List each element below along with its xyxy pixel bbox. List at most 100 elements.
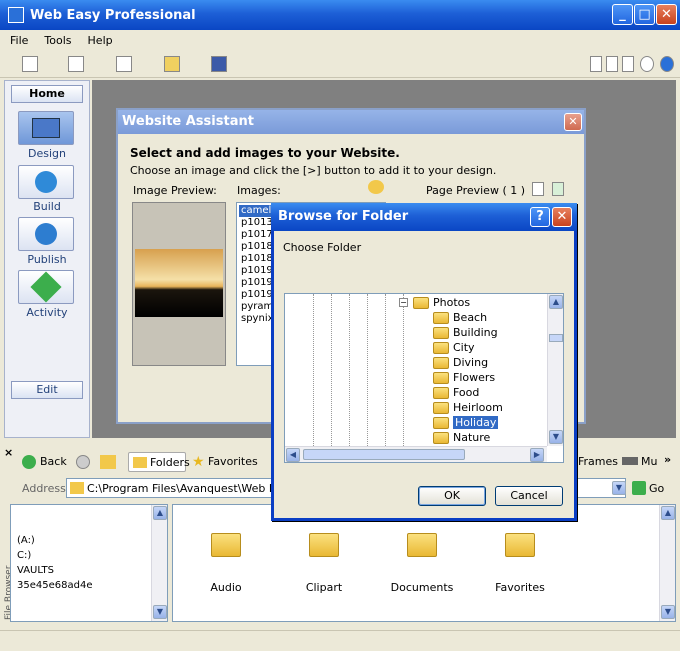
tool-icon-3[interactable] (622, 56, 634, 72)
go-arrow-icon[interactable] (632, 481, 646, 495)
cancel-button[interactable]: Cancel (495, 486, 563, 506)
tree-item[interactable]: (A:) (17, 535, 35, 546)
folder-icon (433, 416, 449, 429)
open-folder-icon[interactable] (164, 56, 180, 72)
main-toolbar (0, 50, 680, 78)
folder-icon (433, 431, 449, 444)
folders-button[interactable]: Folders (128, 452, 190, 472)
folder-icon (133, 457, 147, 468)
tree-item-food[interactable]: Food (433, 385, 479, 400)
scroll-right-icon[interactable]: ▶ (530, 448, 544, 462)
clipart-folder-icon[interactable] (309, 533, 339, 557)
folder-tree-view[interactable]: − Photos Beach Building City Diving Flow… (284, 293, 564, 463)
tree-item-building[interactable]: Building (433, 325, 498, 340)
folder-icons-pane: Audio Clipart Documents Favorites ▲ ▼ (172, 504, 676, 622)
search-icon[interactable] (640, 56, 654, 72)
edit-tab[interactable]: Edit (11, 381, 83, 399)
tree-item-city[interactable]: City (433, 340, 475, 355)
tree-item[interactable]: VAULTS (17, 565, 54, 576)
ok-button[interactable]: OK (418, 486, 486, 506)
scroll-down-icon[interactable]: ▼ (661, 605, 675, 619)
tool-icon-1[interactable] (590, 56, 602, 72)
up-folder-icon[interactable] (100, 455, 116, 469)
toolbar-overflow-icon[interactable]: » (664, 453, 671, 466)
camels-preview-image (135, 249, 223, 317)
menu-help[interactable]: Help (88, 34, 113, 47)
back-button[interactable]: Back (40, 455, 67, 468)
scroll-up-icon[interactable]: ▲ (549, 295, 563, 309)
tree-item-label: Flowers (453, 371, 496, 384)
favorites-star-icon: ★ (192, 454, 205, 470)
tree-item-nature[interactable]: Nature (433, 430, 490, 445)
design-icon (32, 118, 60, 138)
new-site-icon[interactable] (22, 56, 38, 72)
page-settings-icon[interactable] (116, 56, 132, 72)
tree-item-photos[interactable]: Photos (413, 295, 470, 310)
menu-tools[interactable]: Tools (44, 34, 71, 47)
favorites-folder-icon[interactable] (505, 533, 535, 557)
build-button[interactable] (18, 165, 74, 199)
scroll-up-icon[interactable]: ▲ (153, 506, 167, 520)
mu-button[interactable]: Mu (641, 455, 657, 468)
go-button[interactable]: Go (649, 482, 664, 495)
search-folder-icon[interactable] (368, 180, 384, 194)
folder-tree-pane: (A:) C:) VAULTS 35e45e68ad4e ▲ ▼ (10, 504, 168, 622)
scroll-up-icon[interactable]: ▲ (661, 506, 675, 520)
tree-item-label: Beach (453, 311, 488, 324)
tree-item-heirloom[interactable]: Heirloom (433, 400, 503, 415)
tree-item-holiday[interactable]: Holiday (433, 415, 499, 430)
tool-icon-2[interactable] (606, 56, 618, 72)
icons-scrollbar[interactable]: ▲ ▼ (659, 505, 675, 621)
menu-file[interactable]: File (10, 34, 28, 47)
tree-item-label: Diving (453, 356, 489, 369)
documents-folder-icon[interactable] (407, 533, 437, 557)
scroll-thumb[interactable] (549, 334, 563, 342)
status-bar (0, 630, 680, 651)
tree-item[interactable]: C:) (17, 550, 31, 561)
scroll-left-icon[interactable]: ◀ (286, 448, 300, 462)
collapse-icon[interactable]: − (399, 298, 408, 307)
back-icon[interactable] (22, 455, 36, 469)
help-icon[interactable] (660, 56, 674, 72)
dialog-close-button[interactable]: ✕ (552, 207, 572, 227)
publish-button[interactable] (18, 217, 74, 251)
address-dropdown-icon[interactable]: ▼ (612, 481, 626, 495)
dialog-prompt: Choose Folder (283, 241, 362, 254)
add-page-icon[interactable] (532, 182, 544, 196)
tree-guide-line (385, 294, 386, 446)
favorites-button[interactable]: Favorites (208, 455, 258, 468)
folder-label[interactable]: Clipart (291, 581, 357, 594)
menu-bar: File Tools Help (0, 30, 680, 50)
dialog-help-button[interactable]: ? (530, 207, 550, 227)
forward-icon[interactable] (76, 455, 90, 469)
scroll-thumb[interactable] (303, 449, 465, 460)
folder-label[interactable]: Audio (193, 581, 259, 594)
refresh-page-icon[interactable] (552, 182, 564, 196)
folder-icon (433, 401, 449, 414)
home-tab[interactable]: Home (11, 85, 83, 103)
tree-item-label: City (453, 341, 475, 354)
scroll-down-icon[interactable]: ▼ (549, 430, 563, 444)
assistant-close-button[interactable]: ✕ (564, 113, 582, 131)
close-button[interactable]: ✕ (656, 4, 677, 25)
minimize-button[interactable]: _ (612, 4, 633, 25)
frames-button[interactable]: Frames (578, 455, 618, 468)
new-page-icon[interactable] (68, 56, 84, 72)
folder-icon (433, 311, 449, 324)
folder-label[interactable]: Favorites (485, 581, 555, 594)
tree-horizontal-scrollbar[interactable]: ◀ ▶ (285, 446, 547, 462)
tree-item-flowers[interactable]: Flowers (433, 370, 495, 385)
folder-label[interactable]: Documents (382, 581, 462, 594)
maximize-button[interactable]: □ (634, 4, 655, 25)
tree-vertical-scrollbar[interactable]: ▲ ▼ (547, 294, 563, 446)
tree-item-diving[interactable]: Diving (433, 355, 488, 370)
save-icon[interactable] (211, 56, 227, 72)
tree-item[interactable]: 35e45e68ad4e (17, 580, 92, 591)
audio-folder-icon[interactable] (211, 533, 241, 557)
image-preview-label: Image Preview: (133, 184, 217, 197)
tree-item-beach[interactable]: Beach (433, 310, 487, 325)
design-button[interactable] (18, 111, 74, 145)
tree-scrollbar[interactable]: ▲ ▼ (151, 505, 167, 621)
activity-button[interactable] (18, 270, 74, 304)
scroll-down-icon[interactable]: ▼ (153, 605, 167, 619)
